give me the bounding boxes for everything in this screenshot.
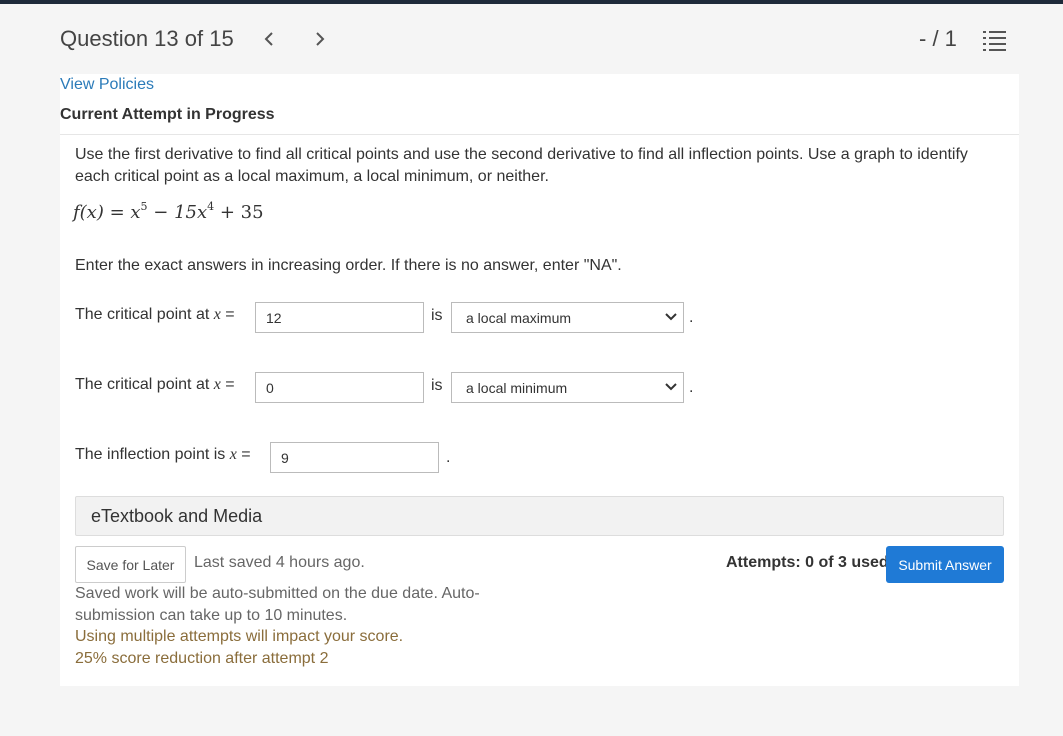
attempt-status-title: Current Attempt in Progress [60, 106, 275, 123]
last-saved-text: Last saved 4 hours ago. [194, 554, 365, 571]
formula-tail: + 35 [214, 202, 264, 223]
row-label-text: The inflection point is [75, 446, 230, 463]
row-var: x [213, 306, 221, 323]
view-policies-link[interactable]: View Policies [60, 76, 154, 94]
question-list-button[interactable] [983, 30, 1007, 52]
row-eq: = [236, 446, 251, 463]
score-reduction-warning: 25% score reduction after attempt 2 [75, 650, 329, 667]
formula-exponent-1: 5 [140, 200, 148, 213]
question-card: View Policies Current Attempt in Progres… [60, 74, 1019, 686]
critical-point-2-label: The critical point at x = [75, 376, 235, 394]
critical-point-2-select[interactable]: a local minimum [451, 372, 684, 403]
next-question-button[interactable] [308, 26, 332, 52]
question-score: - / 1 [919, 26, 957, 51]
chevron-down-icon [665, 383, 677, 391]
formula-lhs: f(x) = x [73, 202, 141, 223]
select-value: a local minimum [466, 380, 568, 396]
auto-submit-notice: Saved work will be auto-submitted on the… [75, 585, 480, 624]
row-label-text: The critical point at [75, 376, 214, 393]
etextbook-media-panel[interactable]: eTextbook and Media [75, 496, 1004, 536]
inflection-point-input[interactable] [270, 442, 439, 473]
row-eq: = [220, 306, 235, 323]
chevron-down-icon [665, 313, 677, 321]
function-formula: f(x) = x5 − 15x4 + 35 [73, 200, 264, 223]
question-header: Question 13 of 15 - / 1 [0, 4, 1063, 74]
numbered-list-icon [983, 31, 1006, 51]
is-text: is [431, 307, 443, 324]
etextbook-media-label: eTextbook and Media [91, 506, 263, 526]
critical-point-1-select[interactable]: a local maximum [451, 302, 684, 333]
inflection-point-label: The inflection point is x = [75, 446, 251, 464]
select-value: a local maximum [466, 310, 572, 326]
chevron-right-icon [316, 32, 325, 46]
period: . [446, 449, 451, 466]
row-var: x [213, 376, 221, 393]
critical-point-1-input[interactable] [255, 302, 424, 333]
section-divider [60, 134, 1019, 135]
critical-point-2-input[interactable] [255, 372, 424, 403]
row-eq: = [220, 376, 235, 393]
multiple-attempts-warning: Using multiple attempts will impact your… [75, 628, 404, 645]
answer-instructions: Enter the exact answers in increasing or… [75, 257, 622, 274]
previous-question-button[interactable] [257, 26, 281, 52]
save-for-later-button[interactable]: Save for Later [75, 546, 186, 583]
row-var: x [229, 446, 237, 463]
is-text: is [431, 377, 443, 394]
critical-point-1-label: The critical point at x = [75, 306, 235, 324]
attempts-counter: Attempts: 0 of 3 used [726, 554, 889, 571]
chevron-left-icon [264, 32, 273, 46]
row-label-text: The critical point at [75, 306, 214, 323]
question-title: Question 13 of 15 [60, 26, 234, 51]
period: . [689, 379, 694, 396]
formula-middle: − 15x [147, 202, 208, 223]
question-prompt: Use the first derivative to find all cri… [75, 146, 968, 185]
submit-answer-button[interactable]: Submit Answer [886, 546, 1004, 583]
period: . [689, 309, 694, 326]
